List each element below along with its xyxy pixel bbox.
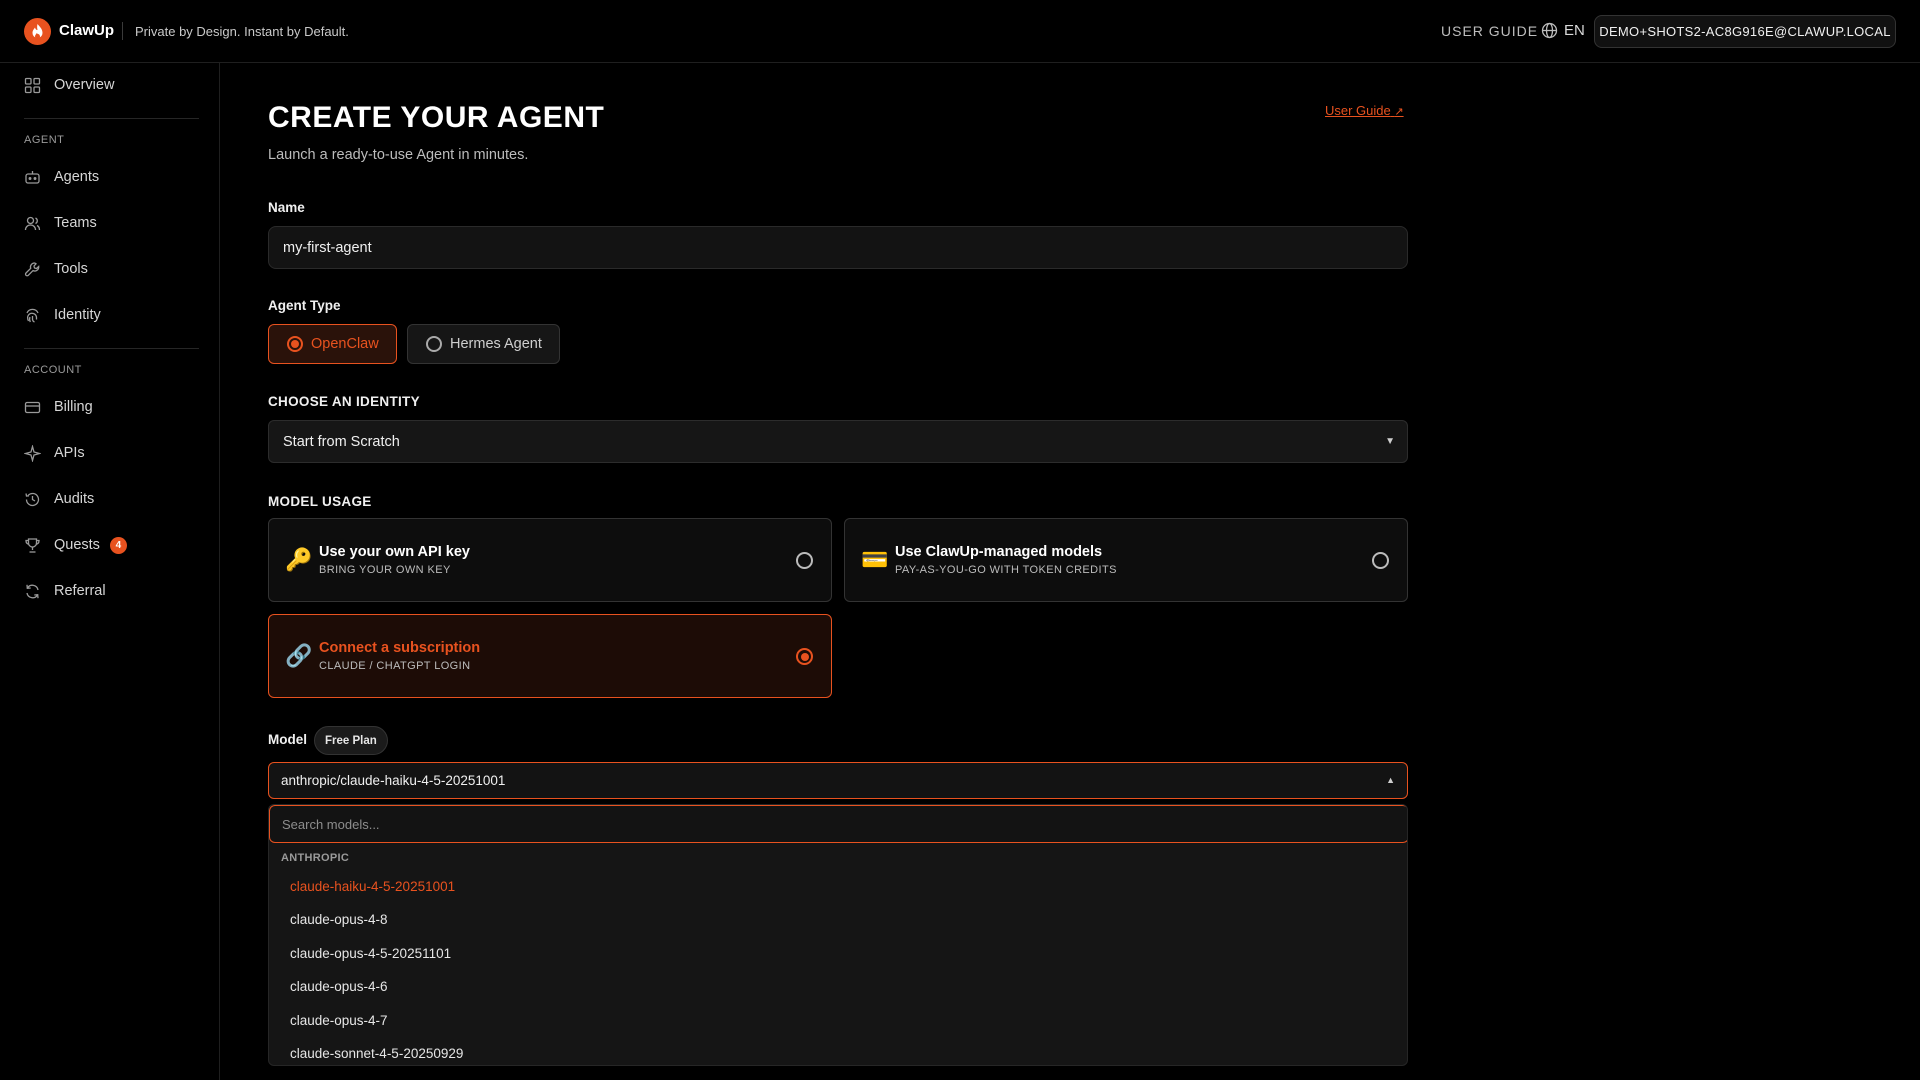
account-menu-button[interactable]: DEMO+SHOTS2-AC8G916E@CLAWUP.LOCAL xyxy=(1594,15,1896,48)
usage-option-title: Use your own API key xyxy=(319,544,470,560)
agent-type-hermes[interactable]: Hermes Agent xyxy=(407,324,560,364)
users-icon xyxy=(24,216,41,230)
sidebar-item-label: Tools xyxy=(54,261,88,277)
user-guide-nav-link[interactable]: USER GUIDE xyxy=(1441,23,1538,39)
sidebar-section-agent: AGENT xyxy=(24,134,65,146)
model-group-label: ANTHROPIC xyxy=(281,852,350,864)
agent-type-label: Agent Type xyxy=(268,298,341,313)
sidebar-item-label: Quests xyxy=(54,537,100,553)
identity-label: CHOOSE AN IDENTITY xyxy=(268,394,420,409)
identity-select[interactable]: Start from Scratch ▼ xyxy=(268,420,1408,463)
radio-unselected-icon xyxy=(1372,552,1389,569)
credit-card-icon xyxy=(24,401,41,413)
model-dropdown: ANTHROPIC claude-haiku-4-5-20251001 clau… xyxy=(268,804,1408,1066)
model-usage-label: MODEL USAGE xyxy=(268,494,372,509)
user-guide-link-label: User Guide xyxy=(1325,103,1391,118)
sparkle-icon xyxy=(24,444,41,462)
globe-icon[interactable] xyxy=(1541,22,1558,39)
sidebar-item-label: Overview xyxy=(54,77,115,93)
usage-option-subtitle: CLAUDE / CHATGPT LOGIN xyxy=(319,660,471,672)
sidebar-divider xyxy=(24,118,199,119)
sidebar-item-overview[interactable]: Overview xyxy=(24,70,114,100)
page-title: CREATE YOUR AGENT xyxy=(268,101,605,134)
sidebar-item-referral[interactable]: Referral xyxy=(24,576,106,606)
sidebar-item-label: Audits xyxy=(54,491,95,507)
plan-badge: Free Plan xyxy=(314,726,388,755)
model-option[interactable]: claude-opus-4-7 xyxy=(290,1013,388,1028)
wrench-icon xyxy=(24,261,40,276)
model-option[interactable]: claude-opus-4-5-20251101 xyxy=(290,946,451,961)
model-option[interactable]: claude-haiku-4-5-20251001 xyxy=(290,879,455,894)
quests-count-badge: 4 xyxy=(109,536,127,554)
usage-option-subtitle: PAY-AS-YOU-GO WITH TOKEN CREDITS xyxy=(895,564,1117,576)
model-label: Model xyxy=(268,732,307,747)
radio-selected-icon xyxy=(287,336,303,352)
credit-card-icon: 💳 xyxy=(861,547,889,572)
sidebar: Overview AGENT Agents Teams Tools Identi… xyxy=(0,63,220,1080)
model-option[interactable]: claude-opus-4-6 xyxy=(290,979,388,994)
sidebar-item-label: Referral xyxy=(54,583,106,599)
clawup-logo-icon[interactable] xyxy=(24,18,51,45)
radio-selected-icon xyxy=(796,648,813,665)
usage-option-title: Connect a subscription xyxy=(319,640,481,656)
model-option[interactable]: claude-opus-4-8 xyxy=(290,912,388,927)
agent-type-label-text: Hermes Agent xyxy=(450,336,542,352)
top-bar: ClawUp Private by Design. Instant by Def… xyxy=(0,0,1920,63)
caret-down-icon: ▼ xyxy=(1385,436,1395,447)
model-search-input[interactable] xyxy=(269,805,1407,843)
usage-option-title: Use ClawUp-managed models xyxy=(895,544,1103,560)
tagline: Private by Design. Instant by Default. xyxy=(135,24,349,39)
caret-up-icon: ▲ xyxy=(1386,775,1395,785)
agent-type-openclaw[interactable]: OpenClaw xyxy=(268,324,397,364)
identity-select-value: Start from Scratch xyxy=(283,433,400,450)
usage-option-subtitle: BRING YOUR OWN KEY xyxy=(319,564,451,576)
sidebar-item-label: Identity xyxy=(54,307,101,323)
model-select-value: anthropic/claude-haiku-4-5-20251001 xyxy=(281,773,506,788)
external-link-icon: ↗ xyxy=(1394,106,1404,118)
sidebar-item-agents[interactable]: Agents xyxy=(24,162,99,192)
robot-icon xyxy=(25,170,40,184)
radio-unselected-icon xyxy=(426,336,442,352)
usage-option-own-api-key[interactable]: 🔑 Use your own API key BRING YOUR OWN KE… xyxy=(268,518,832,602)
sidebar-item-apis[interactable]: APIs xyxy=(24,438,85,468)
history-icon xyxy=(25,492,40,506)
usage-option-subscription[interactable]: 🔗 Connect a subscription CLAUDE / CHATGP… xyxy=(268,614,832,698)
sidebar-item-label: Teams xyxy=(54,215,97,231)
sidebar-item-label: APIs xyxy=(54,445,85,461)
sidebar-section-account: ACCOUNT xyxy=(24,364,82,376)
sidebar-item-identity[interactable]: Identity xyxy=(24,300,101,330)
refresh-icon xyxy=(26,584,39,598)
agent-name-input[interactable] xyxy=(268,226,1408,269)
sidebar-item-teams[interactable]: Teams xyxy=(24,208,97,238)
model-select[interactable]: anthropic/claude-haiku-4-5-20251001 ▲ xyxy=(268,762,1408,799)
page-subtitle: Launch a ready-to-use Agent in minutes. xyxy=(268,147,529,163)
key-icon: 🔑 xyxy=(285,547,313,572)
trophy-icon xyxy=(25,537,40,553)
language-selector[interactable]: EN xyxy=(1564,22,1585,39)
link-icon: 🔗 xyxy=(285,643,313,668)
sidebar-divider xyxy=(24,348,199,349)
brand-divider xyxy=(122,22,123,40)
sidebar-item-billing[interactable]: Billing xyxy=(24,392,93,422)
sidebar-item-quests[interactable]: Quests 4 xyxy=(24,530,127,560)
sidebar-item-audits[interactable]: Audits xyxy=(24,484,94,514)
usage-option-managed-models[interactable]: 💳 Use ClawUp-managed models PAY-AS-YOU-G… xyxy=(844,518,1408,602)
name-label: Name xyxy=(268,200,305,215)
sidebar-item-label: Agents xyxy=(54,169,100,185)
brand-name[interactable]: ClawUp xyxy=(59,22,114,39)
grid-icon xyxy=(24,77,41,93)
sidebar-item-label: Billing xyxy=(54,399,93,415)
radio-unselected-icon xyxy=(796,552,813,569)
sidebar-item-tools[interactable]: Tools xyxy=(24,254,88,284)
model-option[interactable]: claude-sonnet-4-5-20250929 xyxy=(290,1046,463,1061)
fingerprint-icon xyxy=(26,308,39,323)
user-guide-link[interactable]: User Guide ↗ xyxy=(1325,103,1404,118)
agent-type-label-text: OpenClaw xyxy=(311,336,379,352)
